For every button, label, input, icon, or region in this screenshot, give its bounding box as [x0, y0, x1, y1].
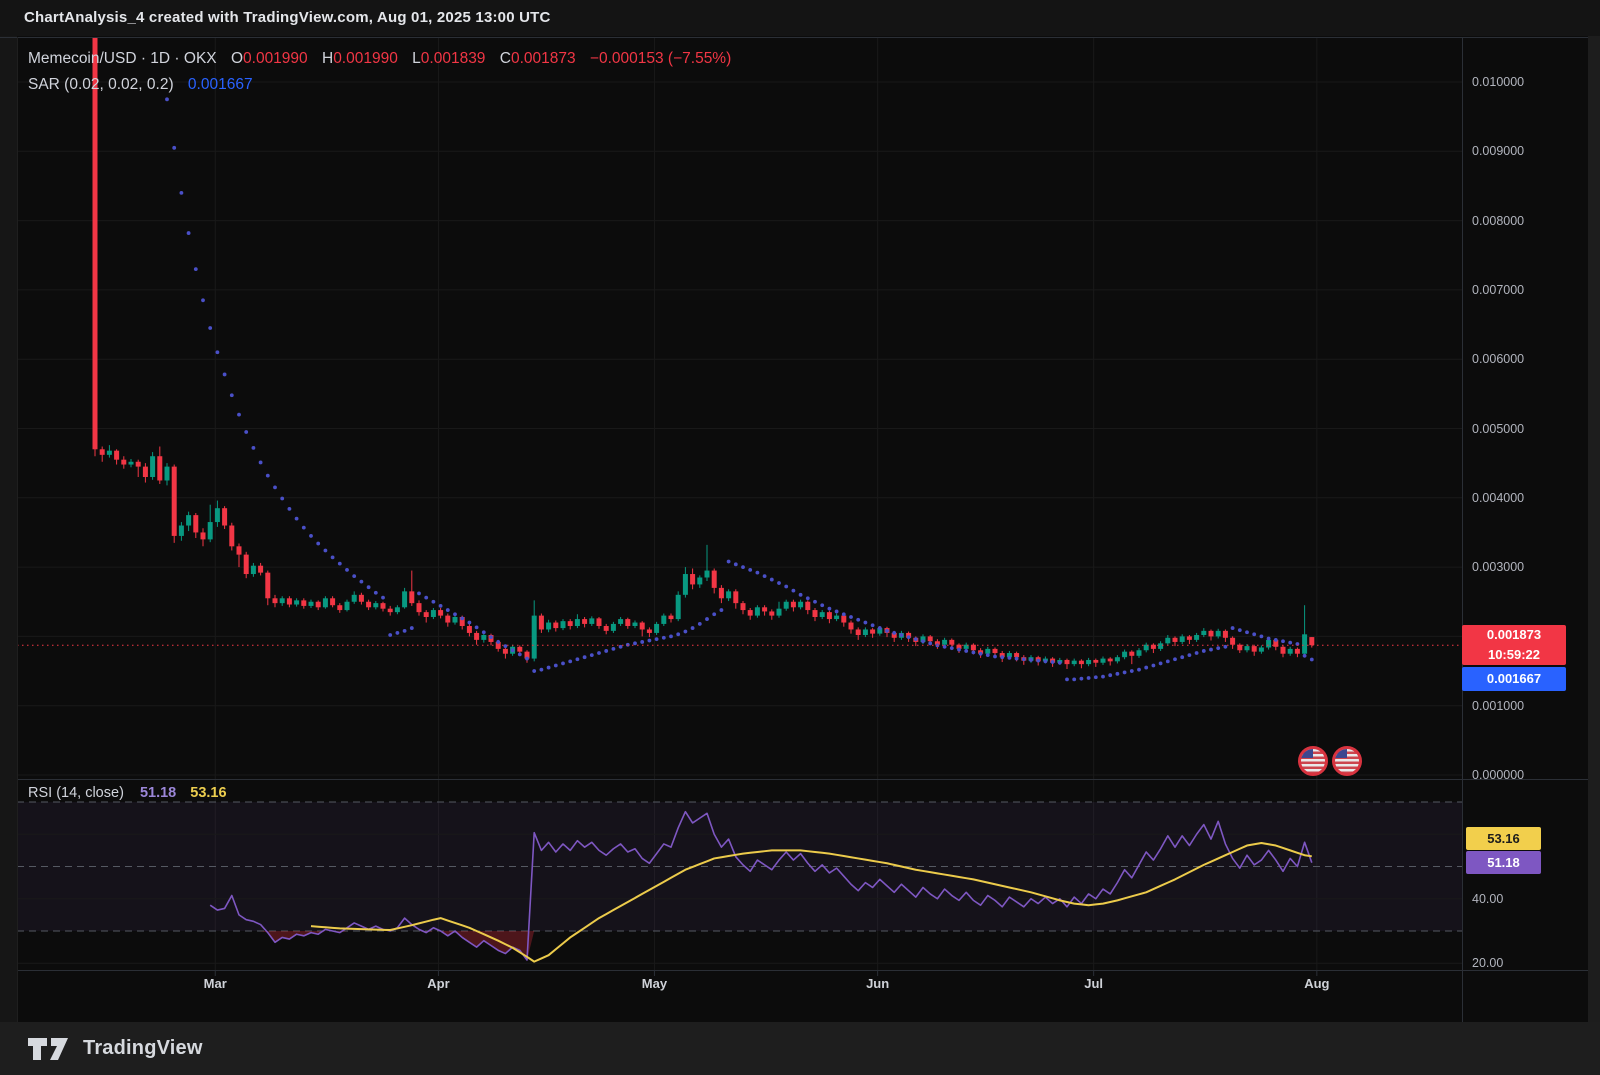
price-tick-label: 0.006000 [1472, 351, 1524, 367]
tradingview-logo-icon[interactable] [27, 1037, 73, 1061]
rsi-ma-badge: 53.16 [1466, 827, 1541, 850]
time-axis-month-label: May [642, 976, 667, 991]
high-label: H [322, 50, 333, 67]
rsi-ma-value: 53.16 [190, 785, 226, 801]
price-tick-label: 0.008000 [1472, 213, 1524, 229]
symbol-title: Memecoin/USD · 1D · OKX [28, 50, 217, 67]
open-label: O [231, 50, 243, 67]
rsi-legend-row[interactable]: RSI (14, close) 51.18 53.16 [28, 785, 227, 801]
us-flag-event-icon[interactable] [1332, 746, 1362, 776]
price-tick-label: 0.009000 [1472, 143, 1524, 159]
open-value: 0.001990 [243, 50, 308, 67]
rsi-label: RSI (14, close) [28, 785, 124, 801]
time-axis-month-label: Mar [204, 976, 227, 991]
price-tick-label: 0.007000 [1472, 282, 1524, 298]
price-tick-label: 0.010000 [1472, 74, 1524, 90]
sar-label: SAR (0.02, 0.02, 0.2) [28, 76, 174, 93]
bar-countdown: 10:59:22 [1462, 645, 1566, 665]
rsi-tick-label: 20.00 [1472, 955, 1503, 971]
time-axis-month-label: Apr [427, 976, 449, 991]
time-axis-month-label: Aug [1304, 976, 1329, 991]
last-price-value: 0.001873 [1462, 625, 1566, 645]
rsi-value: 51.18 [140, 785, 176, 801]
rsi-badge: 51.18 [1466, 851, 1541, 874]
sar-price-badge: 0.001667 [1462, 667, 1566, 691]
change-value: −0.000153 (−7.55%) [590, 50, 731, 67]
chart-canvas[interactable] [0, 0, 1600, 1075]
time-axis-month-label: Jun [866, 976, 889, 991]
sar-legend-row[interactable]: SAR (0.02, 0.02, 0.2) 0.001667 [28, 76, 253, 94]
tradingview-chart-window: ChartAnalysis_4 created with TradingView… [0, 0, 1600, 1075]
tradingview-wordmark[interactable]: TradingView [83, 1037, 203, 1060]
close-value: 0.001873 [511, 50, 576, 67]
time-axis-month-label: Jul [1084, 976, 1103, 991]
flag-canton [1335, 749, 1347, 758]
sar-value: 0.001667 [188, 76, 253, 93]
symbol-legend-row[interactable]: Memecoin/USD · 1D · OKX O0.001990 H0.001… [28, 50, 731, 68]
last-price-badge: 0.001873 10:59:22 [1462, 625, 1566, 665]
footer-bar: TradingView [0, 1022, 1600, 1075]
high-value: 0.001990 [333, 50, 398, 67]
rsi-tick-label: 40.00 [1472, 891, 1503, 907]
price-tick-label: 0.000000 [1472, 767, 1524, 783]
low-label: L [412, 50, 421, 67]
low-value: 0.001839 [421, 50, 486, 67]
price-tick-label: 0.005000 [1472, 421, 1524, 437]
price-tick-label: 0.001000 [1472, 698, 1524, 714]
price-tick-label: 0.003000 [1472, 559, 1524, 575]
close-label: C [500, 50, 511, 67]
price-tick-label: 0.004000 [1472, 490, 1524, 506]
flag-canton [1301, 749, 1313, 758]
